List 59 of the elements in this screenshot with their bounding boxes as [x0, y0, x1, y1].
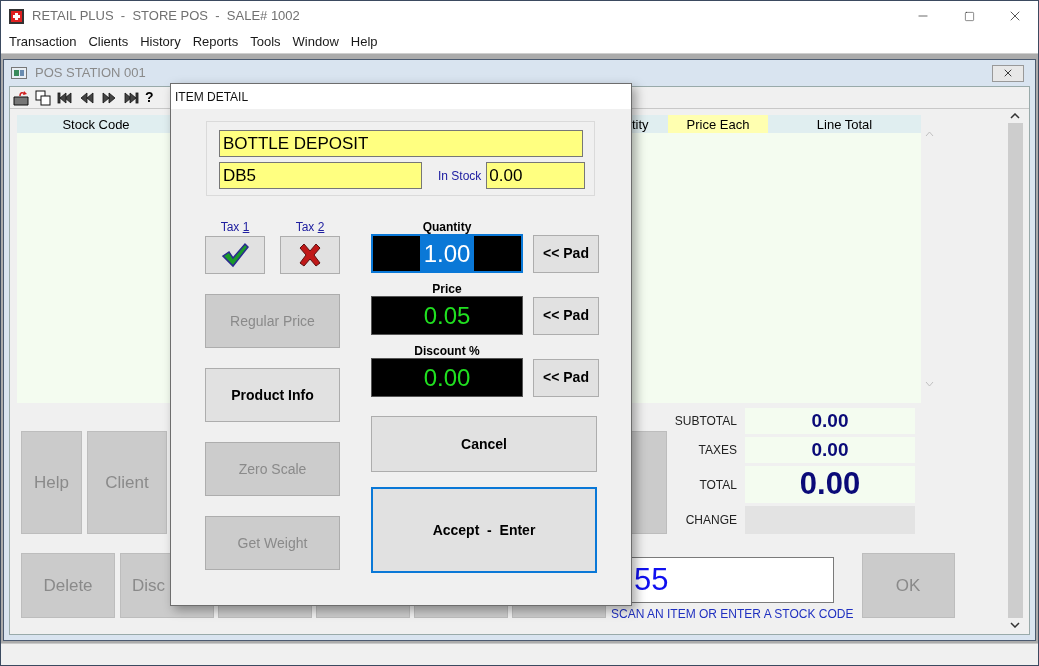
entry-label: Discount %	[413, 344, 481, 358]
entry-label: Price	[431, 282, 463, 296]
column-header: tity	[632, 116, 650, 133]
total-label: TAXES	[697, 442, 738, 459]
menu-item[interactable]: Transaction	[3, 32, 83, 52]
entry-field[interactable]: 0.05	[371, 296, 523, 335]
accept-button[interactable]: Accept - Enter	[371, 487, 597, 573]
total-label: SUBTOTAL	[673, 413, 738, 430]
window-title: RETAIL PLUS - STORE POS - SALE# 1002	[32, 7, 300, 26]
total-value: 0.00	[745, 408, 915, 434]
app-logo-icon	[9, 8, 24, 24]
cross-icon	[297, 242, 323, 268]
menu-item[interactable]: Window	[286, 32, 345, 52]
column-header: Stock Code	[61, 116, 131, 133]
entry-field[interactable]: 1.00	[371, 234, 523, 273]
open-folder-icon[interactable]	[13, 89, 29, 106]
stock-code-field[interactable]: DB5	[219, 162, 422, 189]
first-record-icon[interactable]	[57, 90, 73, 105]
scan-hint: SCAN AN ITEM OR ENTER A STOCK CODE	[611, 606, 854, 623]
in-stock-label: In Stock	[438, 167, 482, 185]
last-record-icon[interactable]	[123, 90, 139, 105]
total-label: CHANGE	[684, 512, 738, 529]
windows-icon[interactable]	[35, 89, 51, 106]
column-header: Price Each	[668, 115, 768, 133]
dialog-title: ITEM DETAIL	[175, 88, 249, 106]
pad-button[interactable]: << Pad	[533, 358, 599, 397]
description-field[interactable]: BOTTLE DEPOSIT	[219, 130, 583, 157]
previous-record-icon[interactable]	[79, 90, 95, 105]
checkmark-icon	[221, 242, 249, 268]
total-value: 0.00	[745, 437, 915, 463]
help-toolbar-button[interactable]: ?	[145, 87, 154, 108]
pad-button[interactable]: << Pad	[533, 296, 599, 335]
close-button[interactable]	[992, 64, 1024, 82]
window-icon	[11, 67, 27, 79]
in-stock-field[interactable]: 0.00	[486, 162, 586, 189]
tax-toggle-button[interactable]	[280, 236, 340, 274]
menu-item[interactable]: Clients	[82, 32, 135, 52]
tax-label: Tax 1	[220, 220, 250, 234]
close-icon	[1002, 67, 1014, 79]
next-record-icon[interactable]	[101, 90, 117, 105]
tax-label: Tax 2	[295, 220, 325, 234]
cancel-button[interactable]: Cancel	[371, 416, 597, 472]
tax-toggle-button[interactable]	[205, 236, 265, 274]
maximize-icon	[963, 10, 975, 22]
total-label: TOTAL	[698, 476, 738, 494]
menu-item[interactable]: Reports	[186, 32, 245, 52]
scrollbar-thumb[interactable]	[1007, 123, 1023, 618]
scroll-up-icon[interactable]	[1010, 113, 1020, 119]
menu-item[interactable]: Tools	[244, 32, 287, 52]
pos-window-title: POS STATION 001	[35, 64, 146, 83]
column-header: Line Total	[815, 116, 874, 133]
scroll-down-icon[interactable]	[1010, 622, 1020, 628]
item-action-button[interactable]: Product Info	[205, 368, 340, 422]
entry-field[interactable]: 0.00	[371, 358, 523, 397]
pad-button[interactable]: << Pad	[533, 234, 599, 273]
entry-label: Quantity	[421, 220, 473, 234]
menu-item[interactable]: History	[134, 32, 187, 52]
total-value: 0.00	[745, 466, 915, 503]
menu-item[interactable]: Help	[344, 32, 384, 52]
